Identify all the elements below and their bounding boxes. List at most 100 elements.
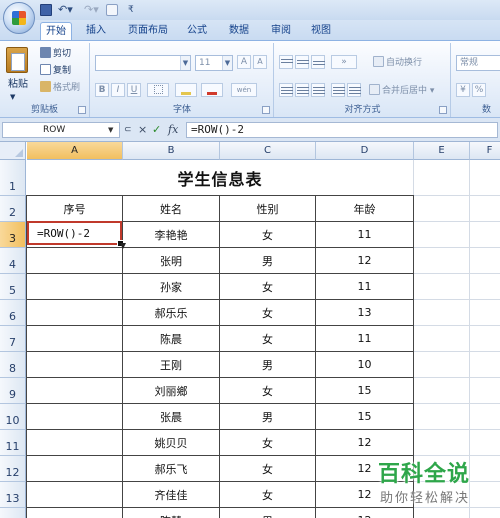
cell-e4[interactable] <box>414 248 470 274</box>
cell-gender[interactable]: 女 <box>220 430 316 456</box>
cell-index[interactable] <box>26 274 123 300</box>
row-header-8[interactable]: 8 <box>0 352 26 378</box>
cell-age[interactable]: 11 <box>316 326 414 352</box>
cell-gender[interactable]: 男 <box>220 248 316 274</box>
alignment-launcher-icon[interactable] <box>439 106 447 114</box>
font-size-select[interactable]: 11 ▼ <box>195 55 233 71</box>
cell-name[interactable]: 陈慧 <box>123 508 220 518</box>
cell-age[interactable]: 12 <box>316 248 414 274</box>
column-header-f[interactable]: F <box>470 142 500 160</box>
header-cell-age[interactable]: 年龄 <box>316 195 414 222</box>
cell-e10[interactable] <box>414 404 470 430</box>
increase-indent-button[interactable] <box>347 83 361 97</box>
italic-button[interactable]: I <box>111 83 125 97</box>
cell-index[interactable] <box>26 482 123 508</box>
cancel-icon[interactable]: × <box>138 122 147 138</box>
align-center-button[interactable] <box>295 83 309 97</box>
fill-color-button[interactable] <box>175 83 197 97</box>
cell-index[interactable] <box>26 430 123 456</box>
cell-e1[interactable] <box>414 160 470 196</box>
enter-icon[interactable]: ✓ <box>152 122 161 138</box>
cell-f6[interactable] <box>470 300 500 326</box>
cell-index[interactable] <box>26 508 123 518</box>
insert-function-icon[interactable]: fx <box>168 122 178 138</box>
grow-font-button[interactable]: A <box>237 55 251 69</box>
align-right-button[interactable] <box>311 83 325 97</box>
office-button[interactable] <box>3 2 35 34</box>
redo-icon[interactable]: ↷▾ <box>84 3 99 17</box>
copy-button[interactable]: 复制 <box>40 63 71 79</box>
number-format-select[interactable]: 常规 <box>456 55 500 71</box>
cell-gender[interactable]: 女 <box>220 456 316 482</box>
cell-index[interactable] <box>26 352 123 378</box>
column-header-c[interactable]: C <box>220 142 316 160</box>
cell-name[interactable]: 刘丽鄉 <box>123 378 220 404</box>
tab-view[interactable]: 视图 <box>304 22 338 40</box>
cell-name[interactable]: 郝乐乐 <box>123 300 220 326</box>
select-all-corner[interactable] <box>0 142 26 160</box>
cell-gender[interactable]: 女 <box>220 222 316 248</box>
row-header-13[interactable]: 13 <box>0 482 26 508</box>
row-header-5[interactable]: 5 <box>0 274 26 300</box>
row-header-10[interactable]: 10 <box>0 404 26 430</box>
align-left-button[interactable] <box>279 83 293 97</box>
cell-index[interactable] <box>26 456 123 482</box>
row-header-14[interactable]: 14 <box>0 508 26 518</box>
cell-gender[interactable]: 男 <box>220 352 316 378</box>
save-icon[interactable] <box>40 4 52 16</box>
cell-name[interactable]: 张晨 <box>123 404 220 430</box>
cell-name[interactable]: 张明 <box>123 248 220 274</box>
row-header-3[interactable]: 3 <box>0 222 26 248</box>
active-cell-a3[interactable]: =ROW()-2 <box>27 221 124 247</box>
cell-gender[interactable]: 女 <box>220 378 316 404</box>
row-header-4[interactable]: 4 <box>0 248 26 274</box>
cell-e2[interactable] <box>414 196 470 222</box>
cell-f3[interactable] <box>470 222 500 248</box>
cell-f2[interactable] <box>470 196 500 222</box>
cell-age[interactable]: 15 <box>316 378 414 404</box>
cell-gender[interactable]: 女 <box>220 482 316 508</box>
cell-name[interactable]: 郝乐飞 <box>123 456 220 482</box>
row-header-1[interactable]: 1 <box>0 160 26 196</box>
shrink-font-button[interactable]: A <box>253 55 267 69</box>
align-middle-button[interactable] <box>295 55 309 69</box>
row-header-9[interactable]: 9 <box>0 378 26 404</box>
bold-button[interactable]: B <box>95 83 109 97</box>
cell-f11[interactable] <box>470 430 500 456</box>
row-header-12[interactable]: 12 <box>0 456 26 482</box>
name-box[interactable]: ROW ▼ <box>2 122 120 138</box>
cell-f9[interactable] <box>470 378 500 404</box>
cell-gender[interactable]: 男 <box>220 404 316 430</box>
cell-e7[interactable] <box>414 326 470 352</box>
cell-name[interactable]: 王刚 <box>123 352 220 378</box>
cell-age[interactable]: 11 <box>316 222 414 248</box>
row-header-6[interactable]: 6 <box>0 300 26 326</box>
cell-name[interactable]: 孙家 <box>123 274 220 300</box>
format-painter-button[interactable]: 格式刷 <box>40 80 80 96</box>
tab-home[interactable]: 开始 <box>40 22 72 40</box>
column-header-a[interactable]: A <box>27 142 123 160</box>
cell-name[interactable]: 齐佳佳 <box>123 482 220 508</box>
cell-f7[interactable] <box>470 326 500 352</box>
tab-page-layout[interactable]: 页面布局 <box>122 22 174 40</box>
clipboard-launcher-icon[interactable] <box>78 106 86 114</box>
cell-gender[interactable]: 女 <box>220 326 316 352</box>
tab-insert[interactable]: 插入 <box>80 22 112 40</box>
cell-e9[interactable] <box>414 378 470 404</box>
font-launcher-icon[interactable] <box>262 106 270 114</box>
font-name-select[interactable]: ▼ <box>95 55 191 71</box>
quick-access-box-icon[interactable] <box>106 4 118 16</box>
align-top-button[interactable] <box>279 55 293 69</box>
header-cell-name[interactable]: 姓名 <box>123 195 220 222</box>
cell-e11[interactable] <box>414 430 470 456</box>
tab-data[interactable]: 数据 <box>222 22 256 40</box>
font-color-button[interactable] <box>201 83 223 97</box>
cell-f1[interactable] <box>470 160 500 196</box>
cell-age[interactable]: 13 <box>316 300 414 326</box>
cell-name[interactable]: 陈晨 <box>123 326 220 352</box>
cell-index[interactable] <box>26 248 123 274</box>
decrease-indent-button[interactable] <box>331 83 345 97</box>
cell-age[interactable]: 15 <box>316 404 414 430</box>
row-header-2[interactable]: 2 <box>0 196 26 222</box>
percent-button[interactable]: % <box>472 83 486 97</box>
